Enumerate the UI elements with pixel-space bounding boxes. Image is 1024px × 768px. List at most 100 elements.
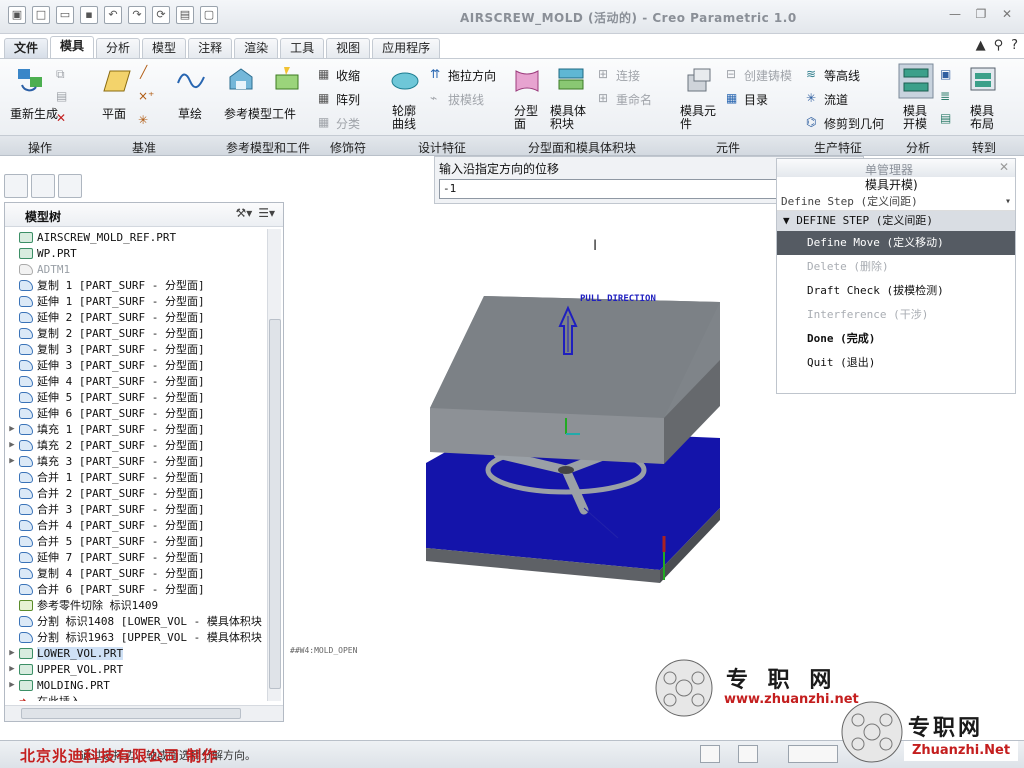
tab-applications[interactable]: 应用程序 xyxy=(372,38,441,58)
group-operations[interactable]: 操作 xyxy=(28,139,52,156)
sketch-icon[interactable] xyxy=(176,65,206,93)
search-icon[interactable]: ⚲ xyxy=(994,38,1004,53)
expand-icon[interactable]: ▶ xyxy=(5,680,19,690)
mold-component-button[interactable]: 模具元件 xyxy=(680,105,720,131)
tree-row[interactable]: 延伸 5 [PART_SURF - 分型面] xyxy=(5,389,267,405)
tab-annotate[interactable]: 注释 xyxy=(188,38,233,58)
tree-row[interactable]: AIRSCREW_MOLD_REF.PRT xyxy=(5,229,267,245)
tree-row[interactable]: ▶ UPPER_VOL.PRT xyxy=(5,661,267,677)
mold-volume-icon[interactable] xyxy=(556,65,586,93)
menu-item[interactable]: Interference (干涉) xyxy=(777,303,1015,327)
tree-row[interactable]: 合并 1 [PART_SURF - 分型面] xyxy=(5,469,267,485)
group-production[interactable]: 生产特征 xyxy=(814,139,862,156)
drag-direction-button[interactable]: 拖拉方向 xyxy=(448,67,496,84)
tab-tools[interactable]: 工具 xyxy=(280,38,325,58)
tree-row[interactable]: 复制 1 [PART_SURF - 分型面] xyxy=(5,277,267,293)
tree-row[interactable]: 延伸 4 [PART_SURF - 分型面] xyxy=(5,373,267,389)
model-tree-tab[interactable] xyxy=(4,174,28,198)
draft-line-button[interactable]: 拔模线 xyxy=(448,91,484,108)
csys-icon[interactable]: ✳ xyxy=(138,113,148,127)
new-file-icon[interactable]: □ xyxy=(32,6,50,24)
sketch-button[interactable]: 草绘 xyxy=(178,105,202,122)
tree-row[interactable]: 延伸 6 [PART_SURF - 分型面] xyxy=(5,405,267,421)
tree-row[interactable]: 延伸 1 [PART_SURF - 分型面] xyxy=(5,293,267,309)
tree-settings-icon[interactable]: ⚒▾ xyxy=(235,206,252,220)
tab-view[interactable]: 视图 xyxy=(326,38,371,58)
mold-open-button[interactable]: 模具开模 xyxy=(900,105,930,131)
menu-item[interactable]: Draft Check (拔模检测) xyxy=(777,279,1015,303)
tree-row[interactable]: ▶ 填充 2 [PART_SURF - 分型面] xyxy=(5,437,267,453)
point-icon[interactable]: ×⁺ xyxy=(138,89,154,103)
tree-row[interactable]: 合并 4 [PART_SURF - 分型面] xyxy=(5,517,267,533)
expand-icon[interactable]: ▶ xyxy=(5,456,19,466)
flow-button[interactable]: 流道 xyxy=(824,91,848,108)
mold-layout-button[interactable]: 模具布局 xyxy=(970,105,1000,131)
tree-row[interactable]: 分割 标识1408 [LOWER_VOL - 模具体积块 xyxy=(5,613,267,629)
expand-icon[interactable]: ▶ xyxy=(5,424,19,434)
tree-row[interactable]: 复制 4 [PART_SURF - 分型面] xyxy=(5,565,267,581)
restore-icon[interactable]: ❐ xyxy=(970,5,992,25)
save-icon[interactable]: ▪ xyxy=(80,6,98,24)
tree-row[interactable]: 合并 2 [PART_SURF - 分型面] xyxy=(5,485,267,501)
tree-row[interactable]: 分割 标识1963 [UPPER_VOL - 模具体积块 xyxy=(5,629,267,645)
menu-item[interactable]: Quit (退出) xyxy=(777,351,1015,375)
pattern-button[interactable]: 阵列 xyxy=(336,91,360,108)
profile-curve-button[interactable]: 轮廓曲线 xyxy=(392,105,422,131)
undo-icon[interactable]: ↶ xyxy=(104,6,122,24)
paste-icon[interactable]: ▤ xyxy=(56,89,67,103)
profile-curve-icon[interactable] xyxy=(390,67,420,95)
menu-item[interactable]: Delete (删除) xyxy=(777,255,1015,279)
axis-icon[interactable]: ╱ xyxy=(140,65,147,79)
menu-close-icon[interactable]: ✕ xyxy=(999,160,1009,174)
open-file-icon[interactable]: ▭ xyxy=(56,6,74,24)
tree-row[interactable]: 复制 3 [PART_SURF - 分型面] xyxy=(5,341,267,357)
copy-icon[interactable]: ⧉ xyxy=(56,67,65,82)
tab-analysis[interactable]: 分析 xyxy=(96,38,141,58)
tree-row[interactable]: 合并 5 [PART_SURF - 分型面] xyxy=(5,533,267,549)
app-icon[interactable]: ▣ xyxy=(8,6,26,24)
group-parting-volume[interactable]: 分型面和模具体积块 xyxy=(528,139,636,156)
tree-row[interactable]: 延伸 7 [PART_SURF - 分型面] xyxy=(5,549,267,565)
tree-row[interactable]: WP.PRT xyxy=(5,245,267,261)
group-component[interactable]: 元件 xyxy=(716,139,740,156)
shrink-button[interactable]: 收缩 xyxy=(336,67,360,84)
analysis-icon-2[interactable]: ≣ xyxy=(940,89,950,103)
collapse-ribbon-icon[interactable]: ▲ xyxy=(976,38,986,53)
trim-geometry-button[interactable]: 修剪到几何 xyxy=(824,115,884,132)
ref-model-icon[interactable] xyxy=(226,65,256,93)
group-analysis[interactable]: 分析 xyxy=(906,139,930,156)
analysis-icon-3[interactable]: ▤ xyxy=(940,111,951,125)
close-window-icon[interactable]: ▢ xyxy=(200,6,218,24)
tree-show-icon[interactable]: ☰▾ xyxy=(258,206,275,220)
plane-icon[interactable] xyxy=(102,67,132,95)
close-icon[interactable]: ✕ xyxy=(996,5,1018,25)
mold-layout-icon[interactable] xyxy=(968,65,998,93)
status-tool-1[interactable] xyxy=(700,745,720,763)
ref-model-button[interactable]: 参考模型 xyxy=(224,105,272,122)
mold-volume-button[interactable]: 模具体积块 xyxy=(550,105,590,131)
window-icon[interactable]: ▤ xyxy=(176,6,194,24)
displacement-input[interactable]: -1 xyxy=(439,179,805,199)
workpiece-button[interactable]: 工件 xyxy=(272,105,296,122)
tree-row[interactable]: 参考零件切除 标识1409 xyxy=(5,597,267,613)
tree-row[interactable]: 合并 3 [PART_SURF - 分型面] xyxy=(5,501,267,517)
favorites-tab[interactable] xyxy=(58,174,82,198)
tree-horizontal-scrollbar[interactable] xyxy=(5,705,283,721)
contour-button[interactable]: 等高线 xyxy=(824,67,860,84)
status-tool-2[interactable] xyxy=(738,745,758,763)
create-casting-button[interactable]: 创建铸模 xyxy=(744,67,792,84)
workpiece-icon[interactable] xyxy=(272,65,302,93)
tree-row[interactable]: 延伸 2 [PART_SURF - 分型面] xyxy=(5,309,267,325)
help-icon[interactable]: ? xyxy=(1011,38,1018,53)
rename-button[interactable]: 重命名 xyxy=(616,91,652,108)
regen-icon[interactable]: ⟳ xyxy=(152,6,170,24)
define-step-section[interactable]: ▼ DEFINE STEP (定义间距) xyxy=(777,211,1015,231)
analysis-icon-1[interactable]: ▣ xyxy=(940,67,951,81)
parting-surface-button[interactable]: 分型面 xyxy=(514,105,542,131)
minimize-icon[interactable]: — xyxy=(944,5,966,25)
menu-item[interactable]: Define Move (定义移动) xyxy=(777,231,1015,255)
tree-row[interactable]: ▶ LOWER_VOL.PRT xyxy=(5,645,267,661)
plane-button[interactable]: 平面 xyxy=(102,105,126,122)
tree-row[interactable]: ▶ 填充 3 [PART_SURF - 分型面] xyxy=(5,453,267,469)
parting-surface-icon[interactable] xyxy=(512,67,542,95)
